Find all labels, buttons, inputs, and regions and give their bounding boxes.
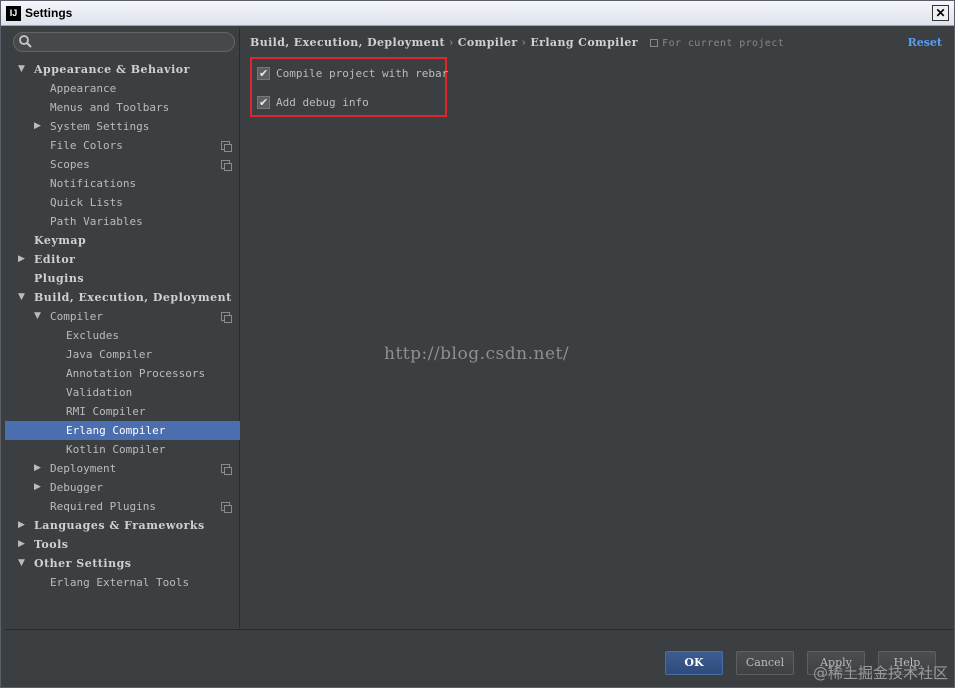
tree-item[interactable]: ▶ Tools bbox=[5, 535, 240, 554]
tree-item-label: Path Variables bbox=[50, 215, 143, 228]
scope-label: For current project bbox=[662, 38, 785, 49]
breadcrumb-item: Erlang Compiler bbox=[530, 36, 638, 49]
tree-item-label: Build, Execution, Deployment bbox=[34, 291, 232, 304]
tree-item-label: Debugger bbox=[50, 481, 103, 494]
expanded-arrow-icon[interactable]: ▼ bbox=[18, 60, 28, 79]
tree-item-label: Erlang External Tools bbox=[50, 576, 190, 589]
tree-item[interactable]: ▶ Deployment bbox=[5, 459, 240, 478]
project-scope-icon bbox=[221, 312, 232, 323]
breadcrumb-separator: › bbox=[448, 36, 454, 49]
tree-item[interactable]: Validation bbox=[5, 383, 240, 402]
close-icon[interactable]: ✕ bbox=[932, 5, 949, 21]
tree-item[interactable]: ▼ Other Settings bbox=[5, 554, 240, 573]
project-scope-icon bbox=[650, 39, 659, 47]
tree-item-label: System Settings bbox=[50, 120, 150, 133]
tree-item[interactable]: Notifications bbox=[5, 174, 240, 193]
tree-item[interactable]: Menus and Toolbars bbox=[5, 98, 240, 117]
reset-link[interactable]: Reset bbox=[908, 36, 942, 49]
tree-item[interactable]: RMI Compiler bbox=[5, 402, 240, 421]
tree-item[interactable]: Required Plugins bbox=[5, 497, 240, 516]
breadcrumb-item[interactable]: Build, Execution, Deployment bbox=[250, 36, 445, 49]
breadcrumb-separator: › bbox=[521, 36, 527, 49]
tree-item[interactable]: Plugins bbox=[5, 269, 240, 288]
intellij-icon: IJ bbox=[6, 6, 21, 21]
tree-item-label: Java Compiler bbox=[66, 348, 153, 361]
add-debug-info-label: Add debug info bbox=[276, 96, 369, 109]
tree-item[interactable]: Erlang External Tools bbox=[5, 573, 240, 592]
tree-item[interactable]: Excludes bbox=[5, 326, 240, 345]
expanded-arrow-icon[interactable]: ▼ bbox=[18, 554, 28, 573]
settings-content: Build, Execution, Deployment › Compiler › Er… bbox=[241, 28, 954, 628]
tree-item[interactable]: ▼ Compiler bbox=[5, 307, 240, 326]
tree-item[interactable]: ▶ Languages & Frameworks bbox=[5, 516, 240, 535]
collapsed-arrow-icon[interactable]: ▶ bbox=[18, 516, 28, 535]
tree-item-label: Tools bbox=[34, 538, 69, 551]
tree-item[interactable]: ▶ Debugger bbox=[5, 478, 240, 497]
collapsed-arrow-icon[interactable]: ▶ bbox=[34, 478, 44, 497]
tree-item-label: RMI Compiler bbox=[66, 405, 146, 418]
tree-item[interactable]: Scopes bbox=[5, 155, 240, 174]
settings-sidebar: ▼ Appearance & Behavior Appearance Menus an… bbox=[5, 28, 240, 628]
collapsed-arrow-icon[interactable]: ▶ bbox=[18, 535, 28, 554]
project-scope-icon bbox=[221, 160, 232, 171]
tree-item[interactable]: Kotlin Compiler bbox=[5, 440, 240, 459]
add-debug-info-checkbox[interactable] bbox=[257, 95, 270, 111]
title-bar: IJ Settings ✕ bbox=[1, 1, 954, 26]
tree-item[interactable]: Quick Lists bbox=[5, 193, 240, 212]
tree-item-label: Editor bbox=[34, 253, 76, 266]
tree-item-label: Other Settings bbox=[34, 557, 132, 570]
corner-watermark: @稀土掘金技术社区 bbox=[812, 664, 948, 682]
tree-item[interactable]: Path Variables bbox=[5, 212, 240, 231]
window-title: Settings bbox=[25, 6, 73, 20]
dialog-footer: OK Cancel Apply Help @稀土掘金技术社区 bbox=[5, 629, 954, 687]
tree-item-label: Required Plugins bbox=[50, 500, 156, 513]
cancel-button[interactable]: Cancel bbox=[736, 651, 794, 675]
compile-with-rebar-checkbox[interactable] bbox=[257, 66, 270, 82]
tree-item-label: Menus and Toolbars bbox=[50, 101, 170, 114]
tree-item-label: Quick Lists bbox=[50, 196, 123, 209]
blog-watermark: http://blog.csdn.net/ bbox=[384, 344, 570, 364]
collapsed-arrow-icon[interactable]: ▶ bbox=[34, 459, 44, 478]
compile-with-rebar-label: Compile project with rebar bbox=[276, 67, 449, 80]
tree-item-label: Validation bbox=[66, 386, 133, 399]
tree-item-label: Scopes bbox=[50, 158, 90, 171]
tree-item[interactable]: ▼ Appearance & Behavior bbox=[5, 60, 240, 79]
tree-item-label: Kotlin Compiler bbox=[66, 443, 166, 456]
tree-item-label: Deployment bbox=[50, 462, 117, 475]
breadcrumb-item[interactable]: Compiler bbox=[458, 36, 518, 49]
tree-item-label: Excludes bbox=[66, 329, 119, 342]
tree-item[interactable]: File Colors bbox=[5, 136, 240, 155]
scope-note: For current project bbox=[650, 38, 784, 49]
expanded-arrow-icon[interactable]: ▼ bbox=[34, 307, 44, 326]
breadcrumb: Build, Execution, Deployment › Compiler › Er… bbox=[250, 36, 784, 49]
project-scope-icon bbox=[221, 502, 232, 513]
tree-item-label: Plugins bbox=[34, 272, 85, 285]
tree-item-label: Keymap bbox=[34, 234, 87, 247]
tree-item-label: Appearance & Behavior bbox=[34, 63, 190, 76]
tree-item[interactable]: Annotation Processors bbox=[5, 364, 240, 383]
tree-item-label: Languages & Frameworks bbox=[34, 519, 205, 532]
settings-window: IJ Settings ✕ ▼ Appearance & Behavior Appe… bbox=[0, 0, 955, 688]
tree-item-label: Notifications bbox=[50, 177, 137, 190]
tree-item[interactable]: ▶ System Settings bbox=[5, 117, 240, 136]
tree-item-label: Compiler bbox=[50, 310, 103, 323]
tree-item-label: Appearance bbox=[50, 82, 117, 95]
tree-item-label: File Colors bbox=[50, 139, 123, 152]
search-input[interactable] bbox=[13, 32, 235, 52]
tree-item-label: Erlang Compiler bbox=[66, 424, 166, 437]
expanded-arrow-icon[interactable]: ▼ bbox=[18, 288, 28, 307]
collapsed-arrow-icon[interactable]: ▶ bbox=[18, 250, 28, 269]
tree-item[interactable]: ▶ Editor bbox=[5, 250, 240, 269]
project-scope-icon bbox=[221, 464, 232, 475]
tree-item[interactable]: ▼ Build, Execution, Deployment bbox=[5, 288, 240, 307]
tree-item[interactable]: Java Compiler bbox=[5, 345, 240, 364]
ok-button[interactable]: OK bbox=[665, 651, 723, 675]
search-icon bbox=[19, 35, 32, 48]
project-scope-icon bbox=[221, 141, 232, 152]
tree-item[interactable]: Keymap bbox=[5, 231, 240, 250]
collapsed-arrow-icon[interactable]: ▶ bbox=[34, 117, 44, 136]
tree-item[interactable]: Erlang Compiler bbox=[5, 421, 240, 440]
tree-item-label: Annotation Processors bbox=[66, 367, 206, 380]
tree-item[interactable]: Appearance bbox=[5, 79, 240, 98]
